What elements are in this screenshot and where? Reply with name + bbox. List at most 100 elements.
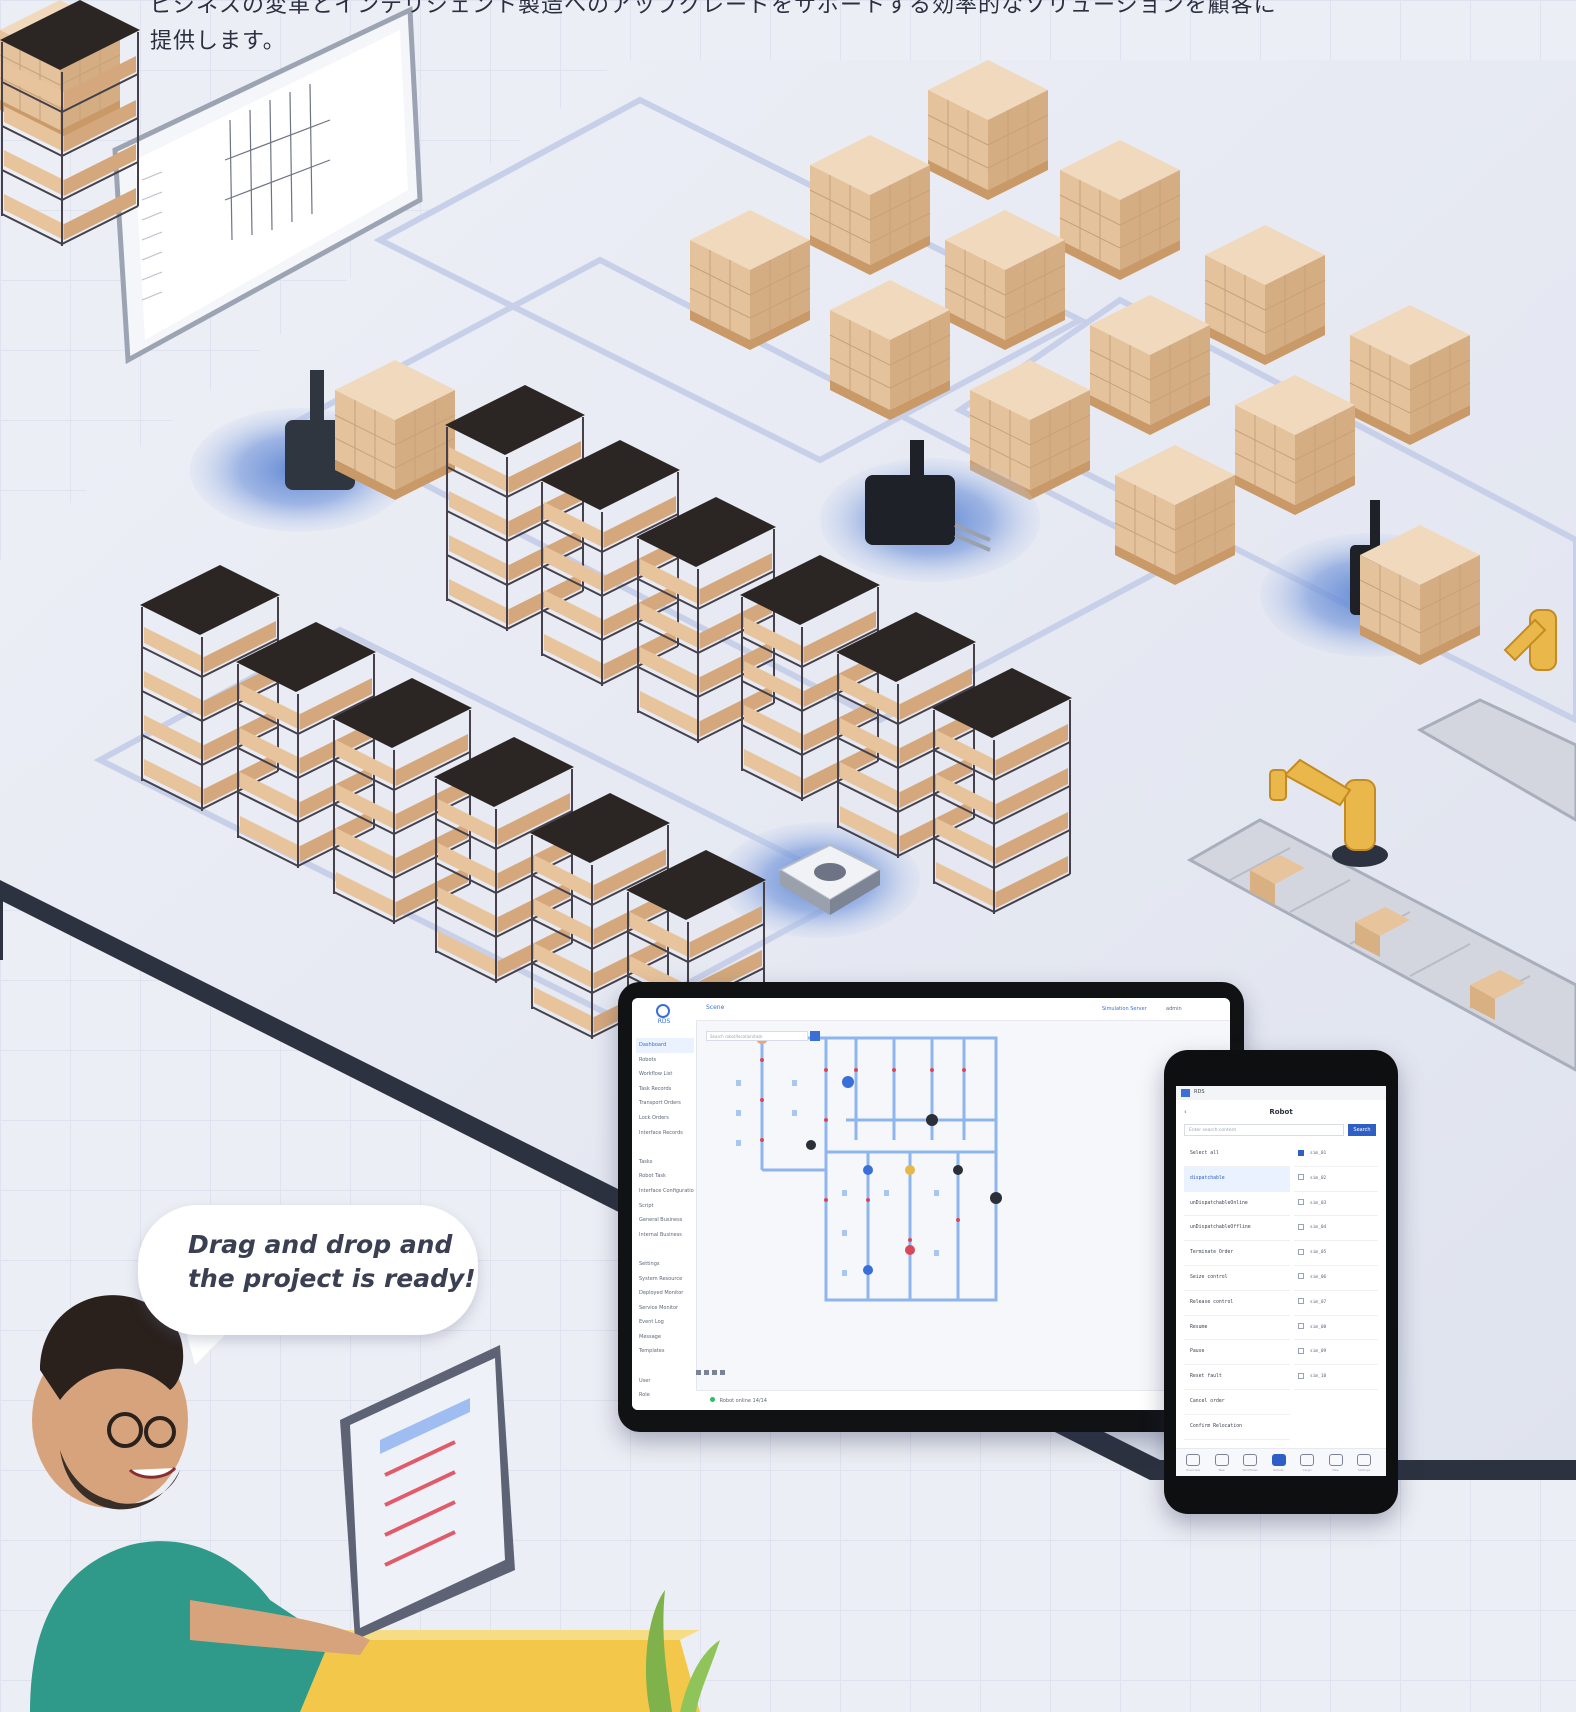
sidebar-item[interactable]: Templates	[636, 1344, 694, 1359]
action-item[interactable]: Terminate Order	[1184, 1241, 1290, 1266]
tab-label: Workflows	[1242, 1468, 1258, 1472]
checkbox-icon[interactable]	[1298, 1273, 1304, 1280]
speech-bubble-text: Drag and drop and the project is ready!	[188, 1228, 508, 1296]
header-user-menu[interactable]: admin	[1166, 1006, 1182, 1012]
logo-icon	[656, 1004, 670, 1018]
tablet-search-input[interactable]: Search robot/location/task	[706, 1031, 808, 1041]
checkbox-icon[interactable]	[1298, 1298, 1304, 1305]
sidebar-item[interactable]: Message	[636, 1330, 694, 1345]
tab-icon[interactable]	[1271, 1454, 1286, 1466]
tab-icon[interactable]	[1243, 1454, 1257, 1466]
scene-map-svg	[696, 1032, 1002, 1375]
tablet-screen: RDS Dashboard Robots Workflow List Task Rec…	[632, 998, 1230, 1410]
action-item[interactable]: Release control	[1184, 1291, 1290, 1316]
robot-row[interactable]: sim_07	[1294, 1291, 1378, 1316]
robot-row[interactable]: sim_10	[1294, 1365, 1378, 1390]
checkbox-icon[interactable]	[1298, 1347, 1304, 1354]
action-list: Select all dispatchable unDispatchableOnli…	[1184, 1142, 1290, 1440]
page-title: Robot	[1269, 1108, 1293, 1116]
checkbox-icon[interactable]	[1298, 1199, 1304, 1206]
phone-search-button[interactable]: Search	[1348, 1124, 1376, 1136]
header-server-link[interactable]: Simulation Server	[1102, 1006, 1147, 1012]
action-item[interactable]: Select all	[1184, 1142, 1290, 1167]
tab-label: Robots	[1273, 1468, 1284, 1472]
tablet-logo: RDS	[636, 1004, 692, 1030]
robot-row[interactable]: sim_03	[1294, 1192, 1378, 1217]
app-logo-icon	[1181, 1089, 1190, 1097]
sidebar-item[interactable]: Transport Orders	[636, 1096, 694, 1111]
checkbox-icon[interactable]	[1298, 1372, 1304, 1379]
robot-name: sim_01	[1310, 1151, 1327, 1156]
sidebar-item[interactable]: Workflow List	[636, 1067, 694, 1082]
robot-name: sim_05	[1310, 1250, 1327, 1256]
tablet-footer: Robot online 14/14	[696, 1390, 1230, 1410]
sidebar-item[interactable]: Lock Orders	[636, 1111, 694, 1126]
robot-name: sim_06	[1310, 1274, 1327, 1280]
action-item[interactable]: dispatchable	[1184, 1166, 1290, 1192]
action-item[interactable]: unDispatchableOffline	[1184, 1216, 1290, 1242]
sidebar-item[interactable]: Interface Configuration	[636, 1184, 694, 1199]
robot-row[interactable]: sim_02	[1294, 1167, 1378, 1192]
action-item[interactable]: Resume	[1184, 1316, 1290, 1341]
sidebar-item[interactable]: Deployed Monitor	[636, 1286, 694, 1301]
tab-icon[interactable]	[1300, 1454, 1314, 1466]
checkbox-icon[interactable]	[1298, 1248, 1304, 1255]
forklift-robot-icon	[285, 359, 456, 501]
robot-name: sim_02	[1310, 1175, 1327, 1181]
sidebar-item[interactable]: Role	[636, 1388, 694, 1403]
checkbox-icon[interactable]	[1298, 1149, 1304, 1156]
action-item[interactable]: Seize control	[1184, 1266, 1290, 1291]
sidebar-item[interactable]: Robots	[636, 1053, 694, 1068]
robot-status-text: Robot online 14/14	[719, 1398, 767, 1404]
sidebar-item[interactable]: Event Log	[636, 1315, 694, 1330]
sidebar-item[interactable]: Tasks	[636, 1155, 694, 1170]
checkbox-icon[interactable]	[1298, 1174, 1304, 1181]
robot-name: sim_09	[1310, 1349, 1327, 1355]
robot-name: sim_07	[1310, 1299, 1327, 1305]
sidebar-item[interactable]: Task Records	[636, 1082, 694, 1097]
tab-icon[interactable]	[1214, 1454, 1229, 1466]
sidebar-item[interactable]: Settings	[636, 1257, 694, 1272]
action-item[interactable]: unDispatchableOnline	[1184, 1192, 1290, 1217]
checkbox-icon[interactable]	[1298, 1223, 1304, 1230]
sidebar-item	[636, 1140, 694, 1155]
sidebar-item[interactable]: User	[636, 1374, 694, 1389]
sidebar-item	[636, 1242, 694, 1257]
robot-row[interactable]: sim_09	[1294, 1340, 1378, 1366]
action-item[interactable]: Cancel order	[1184, 1390, 1290, 1415]
sidebar-item[interactable]: Script	[636, 1199, 694, 1214]
action-item[interactable]: Confirm Relocation	[1184, 1415, 1290, 1440]
sidebar-item[interactable]: Robot Task	[636, 1169, 694, 1184]
tab-label: Map	[1332, 1468, 1339, 1472]
tab-icon[interactable]	[1328, 1454, 1343, 1466]
action-item[interactable]: Reset fault	[1184, 1365, 1290, 1390]
checkbox-icon[interactable]	[1298, 1323, 1304, 1330]
robot-row[interactable]: sim_08	[1294, 1316, 1378, 1341]
app-name: RDS	[1194, 1089, 1205, 1095]
action-item[interactable]: Pause	[1184, 1340, 1290, 1366]
robot-row[interactable]: sim_01	[1294, 1142, 1378, 1167]
robot-row[interactable]: sim_04	[1294, 1216, 1378, 1242]
phone-search-input[interactable]: Enter search content	[1184, 1124, 1344, 1136]
robot-row[interactable]: sim_05	[1294, 1241, 1378, 1266]
tablet-search-button[interactable]	[810, 1031, 820, 1041]
sidebar-item[interactable]: Dashboard	[636, 1038, 694, 1053]
tab-scene[interactable]: Scene	[706, 1004, 724, 1011]
sidebar-item	[636, 1359, 694, 1374]
tab-icon[interactable]	[1186, 1454, 1200, 1466]
tab-icon[interactable]	[1357, 1454, 1371, 1466]
bottom-tab-bar: Overview Task Workflows Robots Cargo Map Setti…	[1176, 1448, 1386, 1476]
sidebar-item[interactable]: Service Monitor	[636, 1301, 694, 1316]
tab-label: Task	[1218, 1468, 1225, 1472]
tablet-sidebar: RDS Dashboard Robots Workflow List Task Rec…	[632, 998, 697, 1410]
sidebar-item[interactable]: General Business	[636, 1213, 694, 1228]
sidebar-item[interactable]: Interface Records	[636, 1126, 694, 1141]
status-dot-icon	[710, 1397, 715, 1402]
tablet-device: RDS Dashboard Robots Workflow List Task Rec…	[618, 982, 1244, 1432]
sidebar-item[interactable]: Internal Business	[636, 1228, 694, 1243]
robot-row[interactable]: sim_06	[1294, 1266, 1378, 1291]
sidebar-item	[636, 1403, 694, 1410]
tab-label: Cargo	[1302, 1468, 1312, 1472]
scene-map[interactable]	[696, 1020, 1230, 1390]
sidebar-item[interactable]: System Resource	[636, 1272, 694, 1287]
